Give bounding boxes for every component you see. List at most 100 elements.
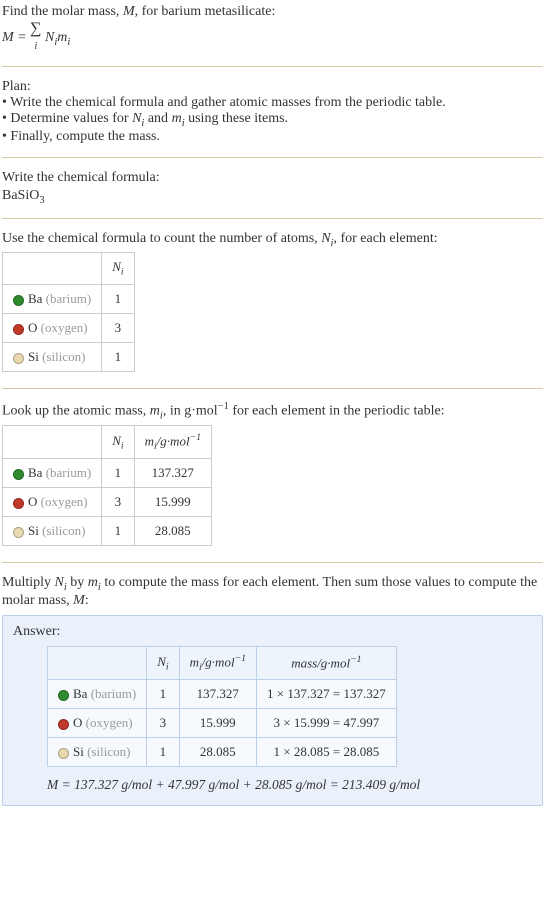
divider bbox=[2, 157, 543, 158]
element-symbol: Ba bbox=[73, 686, 87, 701]
element-cell: O (oxygen) bbox=[3, 488, 102, 517]
element-name: (barium) bbox=[91, 686, 136, 701]
text: −1 bbox=[235, 653, 246, 664]
table-row: Ba (barium) 1 137.327 bbox=[3, 459, 212, 488]
element-name: (silicon) bbox=[87, 744, 130, 759]
divider bbox=[2, 66, 543, 67]
element-symbol: O bbox=[28, 320, 37, 335]
text: • Determine values for bbox=[2, 111, 132, 126]
header-m: mi/g·mol−1 bbox=[179, 647, 256, 680]
element-symbol: O bbox=[73, 715, 82, 730]
lookup-block: Look up the atomic mass, mi, in g·mol−1 … bbox=[0, 397, 545, 554]
header-N: Ni bbox=[102, 426, 134, 459]
element-cell: O (oxygen) bbox=[48, 709, 147, 738]
element-name: (silicon) bbox=[42, 523, 85, 538]
color-swatch-icon bbox=[13, 527, 24, 538]
color-swatch-icon bbox=[13, 469, 24, 480]
lookup-table: Ni mi/g·mol−1 Ba (barium) 1 137.327 O (o… bbox=[2, 425, 212, 546]
table-row: Si (silicon) 1 28.085 1 × 28.085 = 28.08… bbox=[48, 738, 397, 767]
element-symbol: Si bbox=[28, 349, 39, 364]
color-swatch-icon bbox=[13, 295, 24, 306]
plan-bullet-2: • Determine values for Ni and mi using t… bbox=[2, 111, 543, 129]
element-symbol: Si bbox=[28, 523, 39, 538]
answer-table: Ni mi/g·mol−1 mass/g·mol−1 Ba (barium) 1… bbox=[47, 646, 397, 767]
text: mass/g·mol bbox=[291, 656, 350, 671]
text: for each element in the periodic table: bbox=[229, 404, 445, 419]
sum-index: i bbox=[34, 41, 37, 52]
final-equation: M = 137.327 g/mol + 47.997 g/mol + 28.08… bbox=[47, 777, 532, 793]
plan-heading: Plan: bbox=[2, 79, 543, 95]
element-name: (silicon) bbox=[42, 349, 85, 364]
n-value: 1 bbox=[102, 342, 134, 371]
element-name: (oxygen) bbox=[41, 494, 88, 509]
intro-line: Find the molar mass, M, for barium metas… bbox=[2, 4, 543, 20]
eq-equals: = bbox=[14, 30, 30, 45]
text: /g·mol bbox=[202, 654, 235, 669]
color-swatch-icon bbox=[58, 748, 69, 759]
count-block: Use the chemical formula to count the nu… bbox=[0, 227, 545, 380]
text: Multiply bbox=[2, 575, 55, 590]
text: and bbox=[144, 111, 171, 126]
divider bbox=[2, 218, 543, 219]
text: N bbox=[112, 259, 121, 274]
formula-text: BaSiO bbox=[2, 188, 39, 203]
element-symbol: Si bbox=[73, 744, 84, 759]
mass-value: 1 × 137.327 = 137.327 bbox=[257, 680, 397, 709]
n-value: 3 bbox=[102, 313, 134, 342]
text: −1 bbox=[350, 654, 361, 665]
eq-m: m bbox=[57, 30, 67, 45]
element-name: (barium) bbox=[46, 465, 91, 480]
color-swatch-icon bbox=[58, 719, 69, 730]
text: Look up the atomic mass, bbox=[2, 404, 150, 419]
element-cell: Ba (barium) bbox=[3, 459, 102, 488]
element-cell: Si (silicon) bbox=[48, 738, 147, 767]
molar-mass-equation: M = ∑i Nimi bbox=[2, 22, 543, 54]
color-swatch-icon bbox=[58, 690, 69, 701]
answer-box: Answer: Ni mi/g·mol−1 mass/g·mol−1 Ba (b… bbox=[2, 615, 543, 806]
divider bbox=[2, 388, 543, 389]
var-M: M bbox=[73, 593, 85, 608]
text: using these items. bbox=[185, 111, 288, 126]
var-m: m bbox=[172, 111, 182, 126]
table-header-row: Ni mi/g·mol−1 bbox=[3, 426, 212, 459]
count-text: Use the chemical formula to count the nu… bbox=[2, 231, 543, 249]
element-cell: O (oxygen) bbox=[3, 313, 102, 342]
m-value: 137.327 bbox=[179, 680, 256, 709]
element-name: (oxygen) bbox=[86, 715, 133, 730]
var-N: N bbox=[321, 231, 330, 246]
text: Find the molar mass, bbox=[2, 4, 123, 19]
n-value: 1 bbox=[102, 284, 134, 313]
lookup-text: Look up the atomic mass, mi, in g·mol−1 … bbox=[2, 401, 543, 421]
n-value: 3 bbox=[102, 488, 134, 517]
element-cell: Si (silicon) bbox=[3, 342, 102, 371]
header-m: mi/g·mol−1 bbox=[134, 426, 211, 459]
var-m: m bbox=[88, 575, 98, 590]
sum-symbol-block: ∑i bbox=[30, 22, 41, 54]
plan-block: Plan: • Write the chemical formula and g… bbox=[0, 75, 545, 149]
formula-sub: 3 bbox=[39, 195, 44, 206]
element-symbol: Ba bbox=[28, 291, 42, 306]
color-swatch-icon bbox=[13, 498, 24, 509]
text: , for barium metasilicate: bbox=[135, 4, 276, 19]
text: N bbox=[112, 433, 121, 448]
divider bbox=[2, 562, 543, 563]
mass-value: 1 × 28.085 = 28.085 bbox=[257, 738, 397, 767]
table-header-row: Ni bbox=[3, 253, 135, 285]
multiply-block: Multiply Ni by mi to compute the mass fo… bbox=[0, 571, 545, 613]
table-row: O (oxygen) 3 15.999 bbox=[3, 488, 212, 517]
table-row: Ba (barium) 1 137.327 1 × 137.327 = 137.… bbox=[48, 680, 397, 709]
m-value: 137.327 bbox=[134, 459, 211, 488]
header-mass: mass/g·mol−1 bbox=[257, 647, 397, 680]
table-row: O (oxygen) 3 bbox=[3, 313, 135, 342]
text: /g·mol bbox=[157, 434, 190, 449]
heading: Write the chemical formula: bbox=[2, 170, 543, 186]
text: : bbox=[85, 593, 89, 608]
text: i bbox=[121, 267, 124, 278]
plan-bullet-3: • Finally, compute the mass. bbox=[2, 129, 543, 145]
header-N: Ni bbox=[147, 647, 179, 680]
element-name: (barium) bbox=[46, 291, 91, 306]
eq-lhs: M bbox=[2, 30, 14, 45]
mass-value: 3 × 15.999 = 47.997 bbox=[257, 709, 397, 738]
text: by bbox=[67, 575, 88, 590]
m-value: 28.085 bbox=[179, 738, 256, 767]
